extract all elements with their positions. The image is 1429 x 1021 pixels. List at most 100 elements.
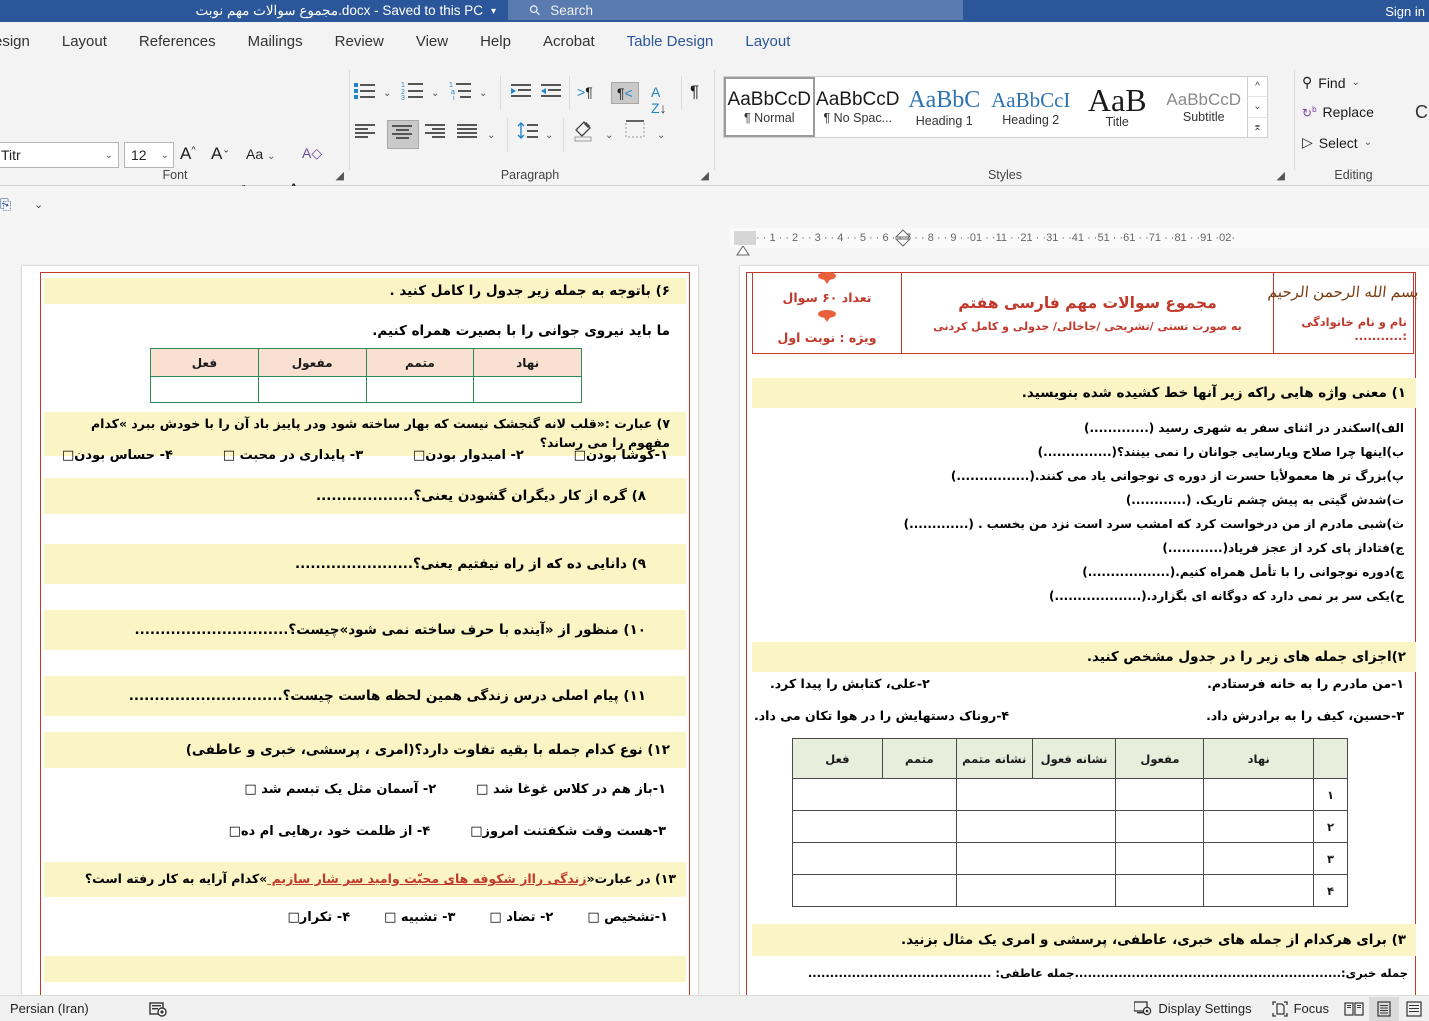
sort-button[interactable]: AZ↓ — [651, 84, 667, 116]
multilevel-chevron-down-icon[interactable]: ⌄ — [479, 88, 487, 99]
tab-design[interactable]: esign — [0, 22, 46, 62]
horizontal-ruler[interactable]: · · 1 · · 2 · · 3 · · 4 · · 5 · · 6 · · … — [730, 228, 1429, 248]
styles-scroll-up-button[interactable]: ^ — [1248, 77, 1267, 97]
styles-more-button[interactable]: ⌆ — [1248, 118, 1267, 137]
tab-help[interactable]: Help — [464, 22, 527, 62]
style-subtitle[interactable]: AaBbCcD Subtitle — [1161, 77, 1248, 137]
table-row[interactable]: ۳ — [793, 843, 1348, 875]
q6-cell[interactable] — [258, 377, 366, 403]
q2-cell[interactable] — [793, 843, 957, 875]
left-indent-marker[interactable] — [736, 244, 750, 254]
select-button[interactable]: ▷ Select ⌄ — [1302, 134, 1372, 151]
ltr-text-direction-button[interactable]: >¶ — [577, 84, 593, 100]
display-settings-button[interactable]: Display Settings — [1124, 1001, 1261, 1016]
find-chevron-down-icon[interactable]: ⌄ — [1352, 77, 1360, 88]
q12-option-2[interactable]: ۲- آسمان مثل یک تبسم شد □ — [244, 782, 436, 797]
multilevel-list-icon[interactable]: 1 a i — [449, 80, 473, 105]
styles-dialog-launcher[interactable]: ◢ — [1277, 169, 1285, 182]
q2-cell[interactable] — [793, 779, 957, 811]
justify-icon[interactable] — [457, 122, 479, 145]
q2-cell[interactable] — [1116, 811, 1204, 843]
read-mode-icon[interactable] — [1339, 997, 1369, 1021]
document-page-right[interactable]: بسم الله الرحمن الرحیم نام و نام خانوادگ… — [740, 266, 1429, 995]
focus-button[interactable]: Focus — [1262, 1001, 1339, 1017]
justify-chevron-down-icon[interactable]: ⌄ — [487, 130, 495, 141]
paragraph-dialog-launcher[interactable]: ◢ — [701, 169, 709, 182]
numbering-chevron-down-icon[interactable]: ⌄ — [431, 88, 439, 99]
grow-font-button[interactable]: A^ — [180, 144, 196, 164]
bullets-chevron-down-icon[interactable]: ⌄ — [383, 88, 391, 99]
change-case-button[interactable]: Aa ⌄ — [246, 146, 275, 162]
q2-cell[interactable] — [956, 779, 1116, 811]
q2-cell[interactable] — [956, 811, 1116, 843]
search-input[interactable]: ⚲ Search — [508, 0, 963, 20]
rtl-text-direction-button[interactable]: ¶< — [611, 82, 639, 104]
replace-button[interactable]: ↻b Replace — [1302, 104, 1374, 120]
font-name-chevron-down-icon[interactable]: ⌄ — [105, 150, 113, 161]
bullet-list-icon[interactable] — [353, 80, 377, 105]
show-formatting-marks-button[interactable]: ¶ — [690, 82, 699, 102]
style-no-spacing[interactable]: AaBbCcD ¶ No Spac... — [815, 77, 902, 137]
find-button[interactable]: ⚲ Find ⌄ — [1302, 74, 1360, 91]
q12-option-1[interactable]: ۱-باز هم در کلاس غوغا شد □ — [476, 782, 666, 797]
save-icon[interactable]: ⎘ — [0, 196, 11, 213]
q13-option-3[interactable]: ۳- تشبیه □ — [384, 910, 455, 925]
styles-scroll-down-button[interactable]: ⌄ — [1248, 97, 1267, 117]
line-spacing-icon[interactable] — [517, 122, 539, 145]
q2-cell[interactable] — [1116, 779, 1204, 811]
table-row[interactable]: ۲ — [793, 811, 1348, 843]
borders-chevron-down-icon[interactable]: ⌄ — [657, 130, 665, 141]
q7-option-3[interactable]: ۳- پایداری در محبت □ — [223, 448, 363, 463]
tab-table-layout[interactable]: Layout — [729, 22, 806, 62]
line-spacing-chevron-down-icon[interactable]: ⌄ — [545, 130, 553, 141]
tab-review[interactable]: Review — [319, 22, 400, 62]
style-heading-2[interactable]: AaBbCcI Heading 2 — [988, 77, 1075, 137]
q13-option-1[interactable]: ۱-تشخیص □ — [587, 910, 668, 925]
q2-cell[interactable] — [793, 811, 957, 843]
shading-icon[interactable] — [573, 120, 597, 147]
tab-mailings[interactable]: Mailings — [232, 22, 319, 62]
right-indent-marker[interactable] — [895, 228, 911, 248]
align-right-icon[interactable] — [425, 122, 447, 145]
tab-references[interactable]: References — [123, 22, 232, 62]
print-layout-icon[interactable] — [1369, 997, 1399, 1021]
q6-table[interactable]: نهاد متمم مفعول فعل — [150, 348, 582, 403]
q2-cell[interactable] — [1204, 875, 1314, 907]
increase-indent-icon[interactable] — [511, 82, 533, 105]
q6-cell[interactable] — [366, 377, 474, 403]
q2-cell[interactable] — [1116, 875, 1204, 907]
q2-cell[interactable] — [1116, 843, 1204, 875]
title-chevron-down-icon[interactable]: ▾ — [491, 6, 496, 17]
style-title[interactable]: AaB Title — [1074, 77, 1161, 137]
q13-option-4[interactable]: ۴- تکرار□ — [288, 910, 351, 925]
accessibility-icon[interactable] — [99, 1001, 177, 1017]
font-dialog-launcher[interactable]: ◢ — [336, 169, 344, 182]
font-size-combobox[interactable]: 12 ⌄ — [124, 142, 174, 168]
q6-cell[interactable] — [474, 377, 582, 403]
sign-in-button[interactable]: Sign in — [1385, 0, 1425, 22]
table-row[interactable]: ۱ — [793, 779, 1348, 811]
q2-cell[interactable] — [1204, 843, 1314, 875]
editing-overflow-icon[interactable]: C — [1415, 102, 1428, 123]
select-chevron-down-icon[interactable]: ⌄ — [1364, 137, 1372, 148]
style-normal[interactable]: AaBbCcD ¶ Normal — [724, 77, 815, 137]
q12-option-4[interactable]: ۴- از ظلمت خود ،رهایی ام ده□ — [229, 824, 431, 839]
q2-cell[interactable] — [956, 875, 1116, 907]
shrink-font-button[interactable]: A⌄ — [211, 144, 230, 164]
tab-layout[interactable]: Layout — [46, 22, 123, 62]
shading-chevron-down-icon[interactable]: ⌄ — [605, 130, 613, 141]
font-size-chevron-down-icon[interactable]: ⌄ — [161, 150, 169, 161]
table-row[interactable]: ۴ — [793, 875, 1348, 907]
q12-option-3[interactable]: ۳-هست وقت شکفتنت امروز□ — [470, 824, 666, 839]
numbered-list-icon[interactable]: 1 2 3 — [401, 80, 425, 105]
borders-icon[interactable] — [625, 120, 647, 145]
q7-option-1[interactable]: ۱-کوشا بودن□ — [574, 448, 668, 463]
language-indicator[interactable]: Persian (Iran) — [0, 1001, 99, 1016]
q2-cell[interactable] — [956, 843, 1116, 875]
q7-option-4[interactable]: ۴- حساس بودن□ — [62, 448, 173, 463]
quick-access-chevron-down-icon[interactable]: ⌄ — [34, 198, 43, 211]
web-layout-icon[interactable] — [1399, 997, 1429, 1021]
document-page-left[interactable]: ۶) باتوجه به جمله زیر جدول را کامل کنید … — [22, 266, 698, 995]
q2-cell[interactable] — [1204, 779, 1314, 811]
tab-table-design[interactable]: Table Design — [611, 22, 730, 62]
